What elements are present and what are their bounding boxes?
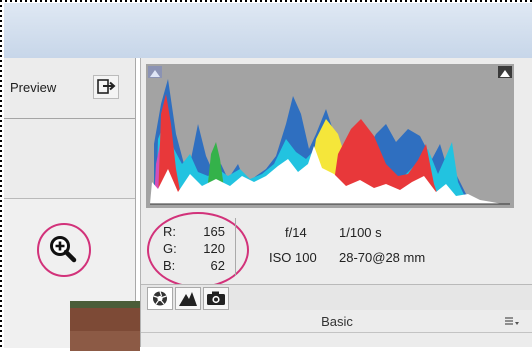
image-info: R: 165 G: 120 B: 62 f/14 1/100 s ISO 100…	[141, 212, 532, 288]
photo-building	[70, 301, 140, 351]
rgb-readout: R: 165 G: 120 B: 62	[147, 212, 249, 288]
tone-curve-icon	[179, 292, 197, 306]
lens-value: 28-70@28 mm	[339, 250, 426, 265]
marquee-top-edge	[0, 0, 532, 2]
camera-icon	[207, 291, 225, 305]
marquee-left-edge	[0, 0, 2, 347]
section-title: Basic	[321, 314, 353, 329]
aperture-value: f/14	[285, 225, 307, 240]
tab-tone-curve[interactable]	[175, 287, 201, 310]
preview-toolbar-divider	[4, 118, 135, 119]
aperture-icon	[153, 291, 167, 306]
section-header-basic[interactable]: Basic	[141, 310, 532, 333]
adjustment-panel: R: 165 G: 120 B: 62 f/14 1/100 s ISO 100…	[140, 58, 532, 347]
highlight-clip-triangle	[500, 70, 510, 77]
preview-pane: Preview	[4, 58, 140, 351]
zoom-in-icon[interactable]	[48, 234, 78, 264]
highlight-clipping-warning-icon[interactable]	[498, 66, 512, 78]
iso-value: ISO 100	[269, 250, 317, 265]
swap-arrows-icon	[97, 79, 116, 94]
info-divider	[235, 218, 236, 276]
panel-menu-icon[interactable]	[505, 316, 519, 326]
histogram	[146, 64, 514, 208]
rgb-highlight-circle	[147, 212, 249, 288]
preview-label[interactable]: Preview	[10, 80, 56, 95]
tab-camera-calibration[interactable]	[203, 287, 229, 310]
swap-preview-button[interactable]	[93, 75, 119, 99]
window-title-bar	[4, 3, 532, 58]
shadow-clipping-warning-icon[interactable]	[148, 66, 162, 78]
tab-basic[interactable]	[147, 287, 173, 310]
shutter-speed-value: 1/100 s	[339, 225, 382, 240]
histogram-graph	[150, 79, 510, 205]
shadow-clip-triangle	[150, 70, 160, 77]
panel-tabs	[141, 284, 532, 312]
